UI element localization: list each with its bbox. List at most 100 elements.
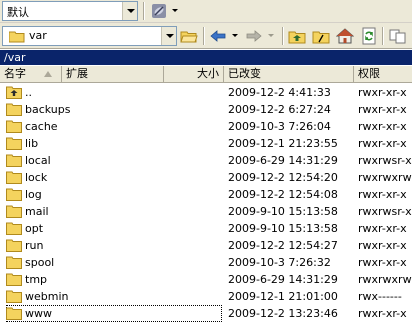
- file-name-cell[interactable]: tmp: [6, 271, 222, 288]
- file-name-cell[interactable]: run: [6, 237, 222, 254]
- list-item[interactable]: spool 2009-10-3 7:26:32 rwxr-xr-x: [0, 254, 412, 271]
- root-folder-button[interactable]: [311, 26, 331, 46]
- folder-open-icon: [180, 31, 198, 42]
- file-name-cell[interactable]: www: [6, 305, 222, 322]
- file-name: lock: [25, 171, 48, 184]
- folder-icon: [6, 120, 22, 133]
- list-item[interactable]: .. 2009-12-2 4:41:33 rwxr-xr-x: [0, 84, 412, 101]
- list-item[interactable]: opt 2009-9-10 15:13:58 rwxr-xr-x: [0, 220, 412, 237]
- file-permissions: rwxr-xr-x: [358, 188, 407, 201]
- column-header-permissions-label: 权限: [358, 67, 380, 80]
- forward-button[interactable]: [244, 26, 264, 46]
- root-folder-icon: [312, 31, 330, 43]
- home-button[interactable]: [335, 26, 355, 46]
- folder-icon: [6, 154, 22, 167]
- file-name-cell[interactable]: ..: [6, 84, 222, 101]
- file-name: ..: [25, 86, 32, 99]
- path-toolbar: var: [0, 23, 412, 49]
- file-modified: 2009-9-10 15:13:58: [228, 222, 338, 235]
- file-list-header: 名字 扩展 大小 已改变 权限: [0, 66, 412, 83]
- folder-icon: [6, 171, 22, 184]
- column-header-size-label: 大小: [197, 67, 219, 80]
- list-item[interactable]: lib 2009-12-1 21:23:55 rwxr-xr-x: [0, 135, 412, 152]
- list-item[interactable]: webmin 2009-12-1 21:01:00 rwx------: [0, 288, 412, 305]
- path-combo-value: var: [29, 29, 47, 42]
- file-name-cell[interactable]: mail: [6, 203, 222, 220]
- file-name-cell[interactable]: local: [6, 152, 222, 169]
- current-path-bar: /var: [0, 50, 412, 65]
- satellite-dish-icon[interactable]: [149, 1, 169, 21]
- list-item[interactable]: run 2009-12-2 12:54:27 rwxr-xr-x: [0, 237, 412, 254]
- chevron-down-icon[interactable]: [231, 26, 239, 46]
- file-name: webmin: [25, 290, 69, 303]
- toolbar-separator: [382, 27, 384, 45]
- file-name-cell[interactable]: opt: [6, 220, 222, 237]
- filter-icon: [389, 29, 406, 44]
- file-name-cell[interactable]: webmin: [6, 288, 222, 305]
- chevron-down-icon[interactable]: [122, 2, 137, 20]
- list-item[interactable]: mail 2009-9-10 15:13:58 rwxrwsr-x: [0, 203, 412, 220]
- list-item[interactable]: backups 2009-12-2 6:27:24 rwxr-xr-x: [0, 101, 412, 118]
- column-header-permissions[interactable]: 权限: [354, 66, 412, 83]
- chevron-down-icon[interactable]: [267, 26, 275, 46]
- list-item[interactable]: local 2009-6-29 14:31:29 rwxrwsr-x: [0, 152, 412, 169]
- folder-icon: [6, 222, 22, 235]
- back-button[interactable]: [208, 26, 228, 46]
- file-name-cell[interactable]: lock: [6, 169, 222, 186]
- session-toolbar: 默认: [0, 0, 412, 23]
- column-header-modified-label: 已改变: [228, 67, 261, 80]
- file-name: local: [25, 154, 51, 167]
- list-item[interactable]: lock 2009-12-2 12:54:20 rwxrwxrwt: [0, 169, 412, 186]
- folder-icon: [6, 239, 22, 252]
- list-item[interactable]: cache 2009-10-3 7:26:04 rwxr-xr-x: [0, 118, 412, 135]
- parent-folder-button[interactable]: [287, 26, 307, 46]
- session-combo[interactable]: 默认: [2, 1, 138, 21]
- forward-arrow-icon: [246, 30, 262, 42]
- file-permissions: rwxr-xr-x: [358, 86, 407, 99]
- folder-open-icon: [9, 31, 25, 43]
- session-combo-value: 默认: [7, 6, 29, 19]
- file-name-cell[interactable]: backups: [6, 101, 222, 118]
- file-permissions: rwxr-xr-x: [358, 103, 407, 116]
- file-permissions: rwxrwsr-x: [358, 154, 412, 167]
- file-modified: 2009-12-2 6:27:24: [228, 103, 331, 116]
- browse-folder-button[interactable]: [179, 26, 199, 46]
- file-name-cell[interactable]: spool: [6, 254, 222, 271]
- path-combo[interactable]: var: [2, 26, 177, 46]
- file-permissions: rwx------: [358, 290, 402, 303]
- file-modified: 2009-9-10 15:13:58: [228, 205, 338, 218]
- file-permissions: rwxrwxrwt: [358, 273, 412, 286]
- file-permissions: rwxr-xr-x: [358, 256, 407, 269]
- file-name-cell[interactable]: log: [6, 186, 222, 203]
- refresh-button[interactable]: [359, 26, 379, 46]
- file-modified: 2009-10-3 7:26:04: [228, 120, 331, 133]
- list-item[interactable]: tmp 2009-6-29 14:31:29 rwxrwxrwt: [0, 271, 412, 288]
- toolbar-separator: [282, 27, 284, 45]
- file-modified: 2009-6-29 14:31:29: [228, 273, 338, 286]
- column-header-name[interactable]: 名字: [0, 66, 62, 83]
- file-name-cell[interactable]: lib: [6, 135, 222, 152]
- column-header-modified[interactable]: 已改变: [224, 66, 354, 83]
- folder-icon: [6, 307, 22, 320]
- file-name: tmp: [25, 273, 48, 286]
- chevron-down-icon[interactable]: [161, 27, 176, 45]
- folder-icon: [6, 290, 22, 303]
- file-permissions: rwxr-xr-x: [358, 120, 407, 133]
- filter-button[interactable]: [388, 26, 408, 46]
- folder-icon: [6, 273, 22, 286]
- file-modified: 2009-12-2 12:54:27: [228, 239, 338, 252]
- file-name-cell[interactable]: cache: [6, 118, 222, 135]
- list-item[interactable]: www 2009-12-2 13:23:46 rwxr-xr-x: [0, 305, 412, 322]
- refresh-icon: [362, 27, 376, 45]
- list-item[interactable]: log 2009-12-2 12:54:08 rwxr-xr-x: [0, 186, 412, 203]
- file-modified: 2009-6-29 14:31:29: [228, 154, 338, 167]
- file-name: run: [25, 239, 44, 252]
- chevron-down-icon[interactable]: [171, 1, 179, 21]
- folder-icon: [6, 137, 22, 150]
- file-modified: 2009-12-2 4:41:33: [228, 86, 331, 99]
- column-header-size[interactable]: 大小: [164, 66, 224, 83]
- file-permissions: rwxrwsr-x: [358, 205, 412, 218]
- column-header-extension[interactable]: 扩展: [62, 66, 164, 83]
- file-name: backups: [25, 103, 71, 116]
- file-modified: 2009-12-1 21:01:00: [228, 290, 338, 303]
